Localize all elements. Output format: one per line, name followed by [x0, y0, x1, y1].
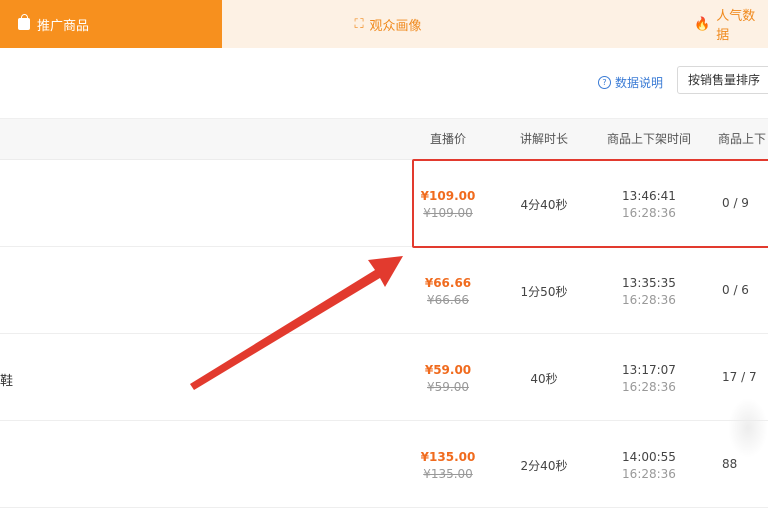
light-glare	[728, 398, 768, 458]
annotation-arrow-icon	[190, 256, 403, 390]
